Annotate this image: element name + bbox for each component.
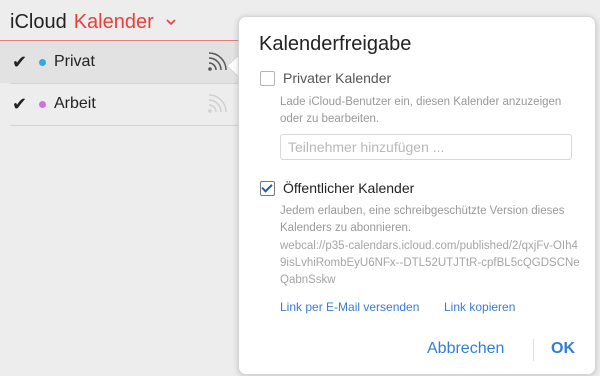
- private-calendar-description: Lade iCloud-Benutzer ein, diesen Kalende…: [280, 96, 562, 125]
- private-calendar-label: Privater Kalender: [283, 70, 392, 86]
- app-name: iCloud: [10, 10, 67, 33]
- calendar-sharing-popover: Kalenderfreigabe Privater Kalender Lade …: [238, 16, 596, 375]
- shared-calendar-icon[interactable]: [206, 51, 228, 73]
- copy-link-button[interactable]: Link kopieren: [444, 300, 515, 314]
- chevron-down-icon[interactable]: [165, 16, 177, 28]
- email-link-button[interactable]: Link per E-Mail versenden: [280, 300, 419, 314]
- private-calendar-checkbox[interactable]: [260, 70, 275, 86]
- ok-button[interactable]: OK: [551, 340, 575, 358]
- calendar-label: Privat: [54, 53, 95, 70]
- calendar-color-dot: [39, 58, 46, 66]
- calendar-item-privat[interactable]: ✔ Privat: [0, 41, 240, 83]
- invite-participants-input[interactable]: [280, 134, 572, 160]
- public-calendar-option[interactable]: Öffentlicher Kalender: [260, 180, 414, 196]
- checkmark-icon[interactable]: ✔: [12, 94, 27, 115]
- public-calendar-label: Öffentlicher Kalender: [283, 180, 415, 196]
- calendar-item-arbeit[interactable]: ✔ Arbeit: [0, 83, 240, 125]
- popover-title: Kalenderfreigabe: [259, 33, 412, 55]
- app-header[interactable]: iCloud Kalender: [10, 9, 177, 35]
- shared-calendar-icon[interactable]: [206, 93, 228, 115]
- calendar-label: Arbeit: [54, 95, 96, 112]
- cancel-button[interactable]: Abbrechen: [427, 340, 504, 358]
- checkmark-icon[interactable]: ✔: [12, 52, 27, 73]
- button-divider: [533, 339, 534, 361]
- app-module-title: Kalender: [73, 10, 154, 33]
- public-calendar-checkbox[interactable]: [260, 180, 275, 196]
- row-divider: [10, 125, 240, 126]
- private-calendar-option[interactable]: Privater Kalender: [260, 70, 391, 86]
- calendar-url: webcal://p35-calendars.icloud.com/publis…: [280, 240, 580, 286]
- calendar-color-dot: [39, 100, 46, 108]
- public-calendar-description: Jedem erlauben, eine schreibgeschützte V…: [280, 205, 565, 234]
